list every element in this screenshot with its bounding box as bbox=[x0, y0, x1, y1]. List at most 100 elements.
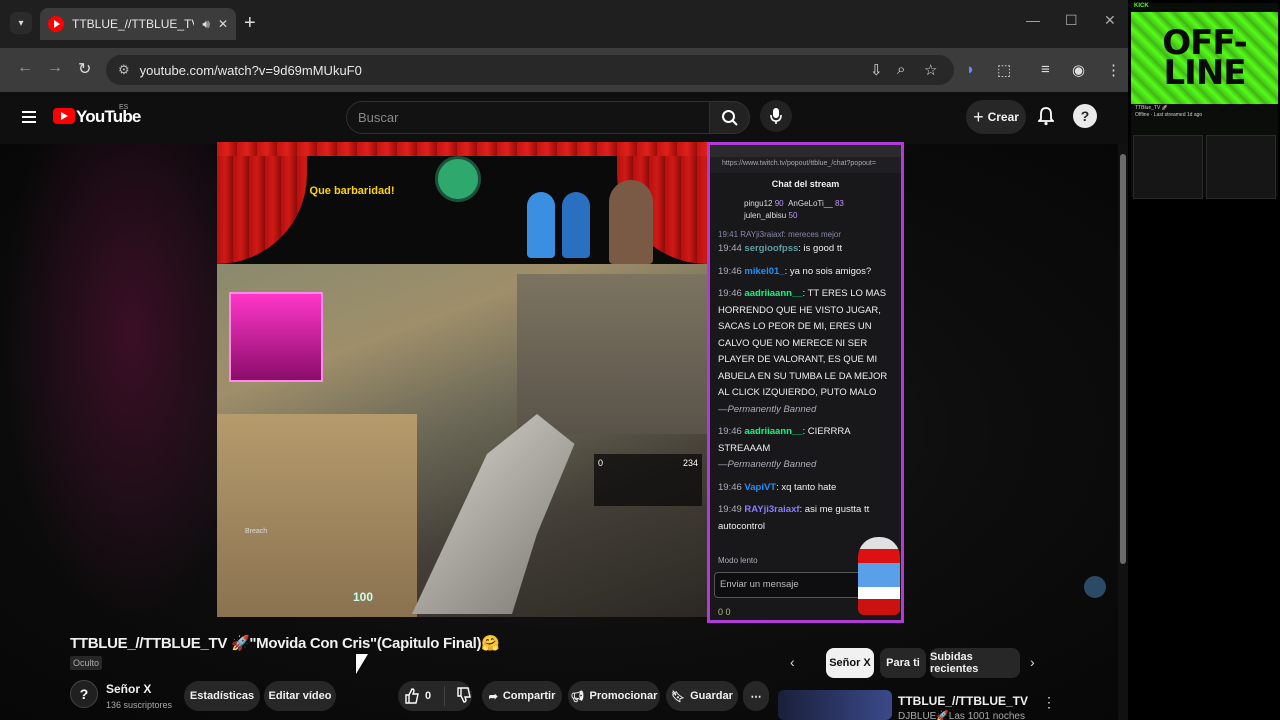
like-button[interactable]: 0 bbox=[404, 688, 431, 704]
close-tab-icon[interactable]: ✕ bbox=[218, 17, 228, 31]
channel-name[interactable]: Señor X bbox=[106, 682, 151, 696]
msg-user: RAYji3raiaxf bbox=[744, 504, 800, 515]
gift-user-1: pingu12 bbox=[744, 199, 773, 208]
msg-time: 19:49 bbox=[718, 504, 742, 515]
hud-agent-label: Breach bbox=[245, 528, 268, 535]
kick-card[interactable] bbox=[1206, 135, 1276, 199]
menu-hamburger-icon[interactable] bbox=[22, 111, 36, 123]
share-button[interactable]: ➦ Compartir bbox=[482, 681, 562, 711]
more-actions-button[interactable]: ⋯ bbox=[743, 681, 769, 711]
chip-para-ti[interactable]: Para ti bbox=[880, 648, 926, 678]
bookmark-star-icon[interactable]: ☆ bbox=[924, 61, 937, 79]
back-icon[interactable]: ← bbox=[17, 59, 33, 77]
chat-gift-leaderboard: pingu12 90 AnGeLoTi__ 83 julen_albisu 50 bbox=[710, 195, 901, 227]
reload-icon[interactable]: ↻ bbox=[78, 59, 91, 79]
floating-action-icon[interactable] bbox=[1084, 576, 1106, 598]
browser-tabstrip: ▾ TTBLUE_//TTBLUE_TV 🚀"M 🔊︎ ✕ + — ☐ ✕ bbox=[0, 0, 1128, 48]
plus-icon: + bbox=[973, 106, 984, 127]
mouse-cursor-icon bbox=[356, 654, 368, 674]
kick-card[interactable] bbox=[1133, 135, 1203, 199]
media-control-icon[interactable]: ≡ bbox=[1041, 61, 1050, 78]
chips-prev-icon[interactable]: ‹ bbox=[790, 654, 795, 670]
recommendation-title[interactable]: TTBLUE_//TTBLUE_TV bbox=[898, 694, 1028, 708]
recommendation-menu-icon[interactable]: ⋮ bbox=[1042, 694, 1056, 711]
gift-count-3: 50 bbox=[788, 211, 798, 220]
msg-ban-note: —Permanently Banned bbox=[718, 403, 817, 415]
page-scrollbar[interactable] bbox=[1118, 144, 1128, 720]
santa-smurf-figure bbox=[858, 537, 900, 615]
browser-menu-icon[interactable]: ⋮ bbox=[1106, 61, 1121, 79]
hud-ammo-reserve: 234 bbox=[682, 458, 698, 468]
chat-message: 19:46 mikel01_: ya no sois amigos? bbox=[718, 264, 893, 281]
extension-audio-icon[interactable]: ◗ bbox=[966, 61, 975, 78]
kick-offline-banner: OFF-LINE bbox=[1131, 12, 1278, 104]
new-tab-icon[interactable]: + bbox=[244, 13, 256, 33]
create-label: Crear bbox=[987, 110, 1019, 124]
profile-avatar-icon[interactable]: ◉ bbox=[1072, 61, 1085, 79]
notifications-button[interactable] bbox=[1036, 106, 1056, 131]
gift-count-2: 83 bbox=[834, 199, 844, 208]
maximize-icon[interactable]: ☐ bbox=[1065, 12, 1078, 29]
youtube-wordmark[interactable]: YouTube bbox=[76, 107, 141, 127]
install-app-icon[interactable]: ⇩ bbox=[870, 61, 883, 79]
forward-icon[interactable]: → bbox=[47, 59, 63, 77]
msg-time: 19:46 bbox=[718, 426, 742, 437]
save-label: Guardar bbox=[690, 690, 733, 702]
account-avatar[interactable]: ? bbox=[1073, 104, 1097, 128]
minimize-icon[interactable]: — bbox=[1026, 12, 1040, 28]
chat-title: Chat del stream bbox=[710, 173, 901, 195]
kick-channel-name: TTBlue_TV 🚀 bbox=[1135, 105, 1168, 111]
hud-ammo-left: 0 bbox=[598, 458, 604, 468]
voice-search-button[interactable] bbox=[760, 100, 792, 132]
zoom-icon[interactable]: ⌕ bbox=[897, 61, 905, 78]
promote-button[interactable]: 📢︎ Promocionar bbox=[568, 681, 660, 711]
like-divider bbox=[444, 686, 445, 706]
msg-time: 19:46 bbox=[718, 481, 742, 493]
active-tab[interactable]: TTBLUE_//TTBLUE_TV 🚀"M 🔊︎ ✕ bbox=[40, 8, 236, 40]
kick-offline-text: OFF-LINE bbox=[1162, 23, 1247, 93]
youtube-logo-icon[interactable] bbox=[53, 108, 75, 124]
msg-user: sergioofpss bbox=[744, 243, 799, 254]
chat-message: 19:46 aadriiaann__: TT ERES LO MAS HORRE… bbox=[718, 286, 893, 418]
search-input[interactable]: Buscar bbox=[346, 101, 710, 134]
msg-text: : ya no sois amigos? bbox=[784, 265, 872, 277]
curtain-valance bbox=[217, 142, 707, 156]
chat-message: 19:46 VapiVT: xq tanto hate bbox=[718, 480, 893, 497]
tab-title: TTBLUE_//TTBLUE_TV 🚀"M bbox=[72, 17, 195, 31]
chip-subidas-recientes[interactable]: Subidas recientes bbox=[930, 648, 1020, 678]
streamer-figure bbox=[609, 180, 653, 264]
close-window-icon[interactable]: ✕ bbox=[1104, 12, 1116, 29]
channel-avatar[interactable]: ? bbox=[70, 680, 98, 708]
stats-button[interactable]: Estadísticas bbox=[184, 681, 260, 711]
msg-user: aadriiaann__ bbox=[744, 288, 803, 299]
chat-window-bar bbox=[710, 145, 901, 157]
address-bar[interactable]: ⚙︎ youtube.com/watch?v=9d69mMUkuF0 bbox=[106, 55, 954, 85]
video-player[interactable]: Que barbaridad! 0 234 Breach 100 bbox=[217, 142, 707, 617]
like-dislike-group: 0 bbox=[398, 681, 472, 711]
chat-footer-points: 0 0 bbox=[718, 607, 731, 617]
save-button[interactable]: 🔖︎ Guardar bbox=[666, 681, 738, 711]
search-button[interactable] bbox=[709, 101, 750, 134]
like-count: 0 bbox=[425, 690, 432, 702]
facecam-overlay bbox=[229, 292, 323, 382]
speaker-icon[interactable]: 🔊︎ bbox=[202, 17, 210, 32]
chips-next-icon[interactable]: › bbox=[1030, 654, 1035, 670]
recommendation-thumbnail[interactable] bbox=[778, 690, 892, 720]
tab-search-dropdown[interactable]: ▾ bbox=[10, 12, 32, 34]
gift-count-1: 90 bbox=[774, 199, 784, 208]
game-building bbox=[517, 274, 707, 434]
microphone-icon bbox=[770, 108, 782, 124]
curtain-left bbox=[217, 142, 307, 264]
extensions-puzzle-icon[interactable]: ⬚ bbox=[997, 61, 1011, 79]
create-button[interactable]: + Crear bbox=[966, 100, 1026, 134]
region-code: ES bbox=[119, 104, 129, 111]
kick-channel-info: TTBlue_TV 🚀 Offline · Last streamed 1d a… bbox=[1135, 105, 1202, 119]
url-text: youtube.com/watch?v=9d69mMUkuF0 bbox=[139, 62, 362, 78]
edit-video-button[interactable]: Editar vídeo bbox=[264, 681, 336, 711]
more-horizontal-icon: ⋯ bbox=[750, 690, 762, 703]
chip-senor-x[interactable]: Señor X bbox=[826, 648, 874, 678]
slow-mode-label: Modo lento bbox=[718, 556, 758, 565]
dislike-button[interactable] bbox=[456, 686, 472, 706]
scrollbar-thumb[interactable] bbox=[1120, 154, 1126, 564]
site-info-icon[interactable]: ⚙︎ bbox=[118, 62, 130, 78]
